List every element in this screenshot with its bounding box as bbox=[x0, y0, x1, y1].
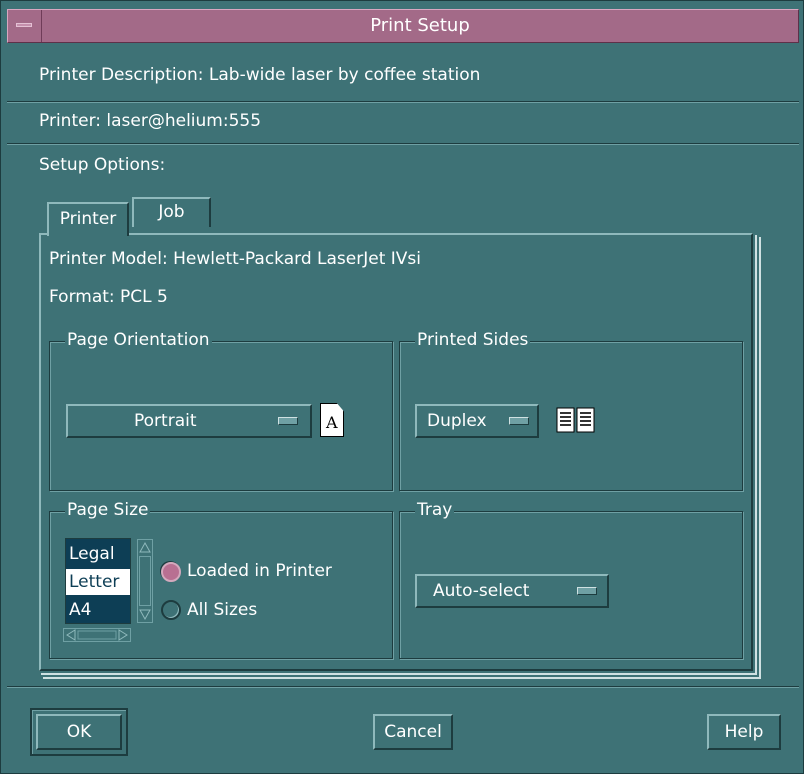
printer-value: laser@helium:555 bbox=[106, 111, 262, 131]
orientation-option-menu[interactable]: Portrait bbox=[66, 404, 312, 438]
printed-sides-title: Printed Sides bbox=[415, 330, 531, 350]
printed-sides-option-menu[interactable]: Duplex bbox=[415, 404, 539, 438]
page-size-item-a4[interactable]: A4 bbox=[66, 597, 130, 623]
page-size-vertical-scrollbar[interactable] bbox=[137, 539, 153, 623]
page-size-list[interactable]: Legal Letter A4 bbox=[65, 538, 131, 624]
separator bbox=[7, 143, 799, 145]
vertical-scroll-thumb[interactable] bbox=[139, 556, 151, 606]
cancel-button[interactable]: Cancel bbox=[373, 714, 453, 750]
printer-description-label: Printer Description: bbox=[39, 65, 204, 85]
portrait-page-icon: A bbox=[320, 403, 344, 437]
page-orientation-title: Page Orientation bbox=[65, 330, 212, 350]
tab-printer[interactable]: Printer bbox=[47, 202, 129, 236]
tab-job[interactable]: Job bbox=[132, 197, 211, 227]
printer-model-label: Printer Model: bbox=[49, 249, 168, 269]
separator bbox=[7, 101, 799, 103]
format-label: Format: bbox=[49, 287, 115, 307]
tray-value: Auto-select bbox=[433, 581, 530, 601]
printed-sides-value: Duplex bbox=[427, 411, 487, 431]
printer-description: Printer Description: Lab-wide laser by c… bbox=[39, 65, 480, 85]
all-sizes-radio[interactable] bbox=[161, 600, 181, 620]
setup-options-label: Setup Options: bbox=[39, 155, 166, 175]
page-size-title: Page Size bbox=[65, 500, 151, 520]
page-size-horizontal-scrollbar[interactable] bbox=[63, 628, 131, 642]
format-value: PCL 5 bbox=[120, 287, 168, 307]
option-menu-indicator-icon bbox=[278, 417, 298, 425]
tray-title: Tray bbox=[415, 500, 455, 520]
page-size-item-legal[interactable]: Legal bbox=[66, 541, 130, 567]
loaded-in-printer-radio[interactable] bbox=[161, 562, 181, 582]
print-setup-dialog: Print Setup Printer Description: Lab-wid… bbox=[0, 0, 804, 774]
page-size-item-letter[interactable]: Letter bbox=[66, 569, 130, 595]
option-menu-indicator-icon bbox=[577, 587, 597, 595]
duplex-pages-icon bbox=[556, 407, 596, 433]
window-menu-button[interactable] bbox=[8, 10, 42, 42]
printer-label: Printer: bbox=[39, 111, 101, 131]
printer-name: Printer: laser@helium:555 bbox=[39, 111, 261, 131]
all-sizes-label[interactable]: All Sizes bbox=[187, 600, 257, 620]
tray-option-menu[interactable]: Auto-select bbox=[415, 574, 609, 608]
title-bar[interactable]: Print Setup bbox=[7, 9, 799, 43]
printer-model-value: Hewlett-Packard LaserJet IVsi bbox=[173, 249, 421, 269]
separator bbox=[7, 686, 799, 688]
ok-button[interactable]: OK bbox=[36, 714, 122, 750]
option-menu-indicator-icon bbox=[509, 417, 529, 425]
printer-description-value: Lab-wide laser by coffee station bbox=[208, 65, 481, 85]
printer-format: Format: PCL 5 bbox=[49, 287, 168, 307]
window-menu-icon bbox=[16, 23, 32, 27]
window-title: Print Setup bbox=[370, 15, 470, 36]
orientation-value: Portrait bbox=[134, 411, 197, 431]
help-button[interactable]: Help bbox=[707, 714, 781, 750]
printer-model: Printer Model: Hewlett-Packard LaserJet … bbox=[49, 249, 421, 269]
loaded-in-printer-label[interactable]: Loaded in Printer bbox=[187, 561, 332, 581]
